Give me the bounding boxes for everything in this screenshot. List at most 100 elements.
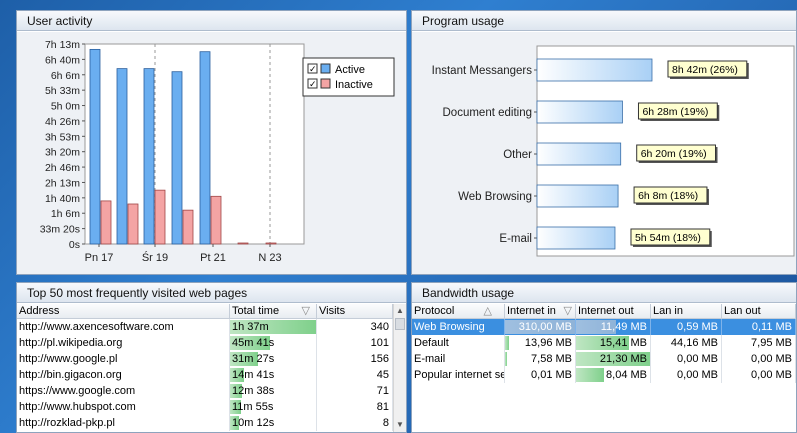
table-row[interactable]: https://www.google.com 12m 38s 71	[17, 383, 406, 399]
program-bar	[536, 184, 619, 208]
col-internet-in-header[interactable]: Internet in ▽	[505, 304, 576, 318]
col-internet-out-header[interactable]: Internet out	[576, 304, 651, 318]
x-tick-label: N 23	[258, 252, 281, 264]
y-tick-label: 33m 20s	[40, 224, 80, 236]
program-bar	[536, 58, 653, 82]
table-row[interactable]: http://www.axencesoftware.com 1h 37m 340	[17, 319, 406, 335]
table-row[interactable]: http://www.google.pl 31m 27s 156	[17, 351, 406, 367]
y-tick-label: 5h 0m	[51, 101, 80, 113]
program-usage-chart: Instant Messangers 8h 42m (26%) Document e…	[432, 45, 795, 257]
bar-active	[89, 48, 101, 245]
col-lan-in-header[interactable]: Lan in	[651, 304, 722, 318]
bar-inactive	[154, 189, 166, 245]
address-cell: https://www.google.com	[17, 383, 230, 399]
top-pages-scrollbar[interactable]: ▲ ▼	[393, 304, 406, 432]
visits-cell: 81	[317, 399, 393, 415]
top-pages-grid[interactable]: Address Total time ▽ Visits http://www.ax…	[17, 304, 406, 432]
lan-in-cell: 0,00 MB	[651, 351, 722, 367]
y-tick-label: 3h 20m	[45, 147, 80, 159]
sort-desc-icon: ▽	[301, 305, 310, 317]
internet-in-cell: 0,01 MB	[505, 367, 576, 383]
value-label: 6h 20m (19%)	[641, 148, 707, 160]
internet-in-bar	[505, 336, 509, 350]
lan-out-cell: 0,00 MB	[722, 367, 796, 383]
total-time-cell: 14m 41s	[230, 367, 317, 383]
internet-out-cell: 15,41 MB	[576, 335, 651, 351]
lan-in-cell: 0,59 MB	[651, 319, 722, 335]
bar-inactive	[210, 195, 222, 245]
visits-cell: 45	[317, 367, 393, 383]
lan-out-cell: 0,00 MB	[722, 351, 796, 367]
bar-active	[116, 68, 128, 245]
bar-inactive	[127, 203, 139, 245]
bar-inactive	[182, 209, 194, 245]
total-time-cell: 10m 12s	[230, 415, 317, 431]
check-icon: ✓	[309, 64, 317, 74]
program-bar	[536, 142, 622, 166]
bar-active	[199, 51, 211, 245]
col-protocol-header[interactable]: Protocol △	[412, 304, 505, 318]
bar-active	[143, 68, 155, 245]
total-time-cell: 31m 27s	[230, 351, 317, 367]
y-tick-label: 4h 26m	[45, 116, 80, 128]
top-pages-rows: http://www.axencesoftware.com 1h 37m 340 ht…	[17, 319, 406, 431]
col-lan-out-header[interactable]: Lan out	[722, 304, 796, 318]
scroll-thumb[interactable]	[395, 318, 405, 330]
legend-label: Active	[335, 64, 365, 76]
scroll-down-icon[interactable]: ▼	[394, 418, 406, 432]
protocol-cell: Web Browsing	[412, 319, 505, 335]
protocol-cell: E-mail	[412, 351, 505, 367]
y-tick-label: 7h 13m	[45, 39, 80, 51]
top-pages-panel: Top 50 most frequently visited web pages…	[16, 282, 407, 433]
col-total-time-header[interactable]: Total time ▽	[230, 304, 317, 318]
legend-label: Inactive	[335, 79, 373, 91]
table-row[interactable]: http://bin.gigacon.org 14m 41s 45	[17, 367, 406, 383]
lan-out-cell: 7,95 MB	[722, 335, 796, 351]
category-label: Instant Messangers	[432, 65, 533, 77]
table-row[interactable]: http://www.hubspot.com 11m 55s 81	[17, 399, 406, 415]
visits-cell: 340	[317, 319, 393, 335]
internet-out-bar	[576, 368, 605, 382]
lan-out-cell: 0,11 MB	[722, 319, 796, 335]
value-label: 6h 8m (18%)	[638, 190, 698, 202]
program-usage-chart-area: Instant Messangers 8h 42m (26%) Document e…	[412, 32, 796, 274]
visits-cell: 71	[317, 383, 393, 399]
program-bar	[536, 226, 616, 250]
protocol-cell: Default	[412, 335, 505, 351]
program-bar	[536, 100, 623, 124]
table-row[interactable]: E-mail 7,58 MB 21,30 MB 0,00 MB 0,00 MB	[412, 351, 796, 367]
visits-cell: 8	[317, 415, 393, 431]
legend: ✓ Active ✓ Inactive	[302, 57, 395, 97]
table-row[interactable]: Popular internet se 0,01 MB 8,04 MB 0,00 MB…	[412, 367, 796, 383]
category-label: Document editing	[443, 107, 533, 119]
total-time-cell: 1h 37m	[230, 319, 317, 335]
internet-in-cell: 13,96 MB	[505, 335, 576, 351]
y-tick-label: 2h 46m	[45, 162, 80, 174]
scroll-up-icon[interactable]: ▲	[394, 304, 406, 318]
col-address-header[interactable]: Address	[17, 304, 230, 318]
category-label: E-mail	[499, 233, 532, 245]
bar-inactive	[237, 242, 249, 245]
col-visits-header[interactable]: Visits	[317, 304, 393, 318]
user-activity-chart-area: 7h 13m 6h 40m 6h 6m 5h 33m 5h 0m 4h 26m 3h 53m…	[17, 32, 406, 274]
program-usage-panel: Program usage Instant Messangers 8h 42m (…	[411, 10, 797, 275]
table-row[interactable]: http://rozklad-pkp.pl 10m 12s 8	[17, 415, 406, 431]
top-pages-header: Address Total time ▽ Visits	[17, 304, 406, 319]
category-label: Other	[503, 149, 532, 161]
user-activity-title: User activity	[17, 11, 406, 31]
value-label: 6h 28m (19%)	[642, 106, 708, 118]
table-row[interactable]: Default 13,96 MB 15,41 MB 44,16 MB 7,95 MB	[412, 335, 796, 351]
protocol-cell: Popular internet se	[414, 367, 505, 383]
internet-in-cell: 310,00 MB	[505, 319, 576, 335]
value-label: 8h 42m (26%)	[672, 64, 738, 76]
address-cell: http://www.hubspot.com	[17, 399, 230, 415]
address-cell: http://pl.wikipedia.org	[17, 335, 230, 351]
bandwidth-grid[interactable]: Protocol △ Internet in ▽ Internet out Lan …	[412, 304, 796, 432]
internet-out-cell: 11,49 MB	[576, 319, 651, 335]
sort-desc-icon: ▽	[563, 305, 572, 317]
table-row[interactable]: Web Browsing 310,00 MB 11,49 MB 0,59 MB 0,11…	[412, 319, 796, 335]
visits-cell: 156	[317, 351, 393, 367]
table-row[interactable]: http://pl.wikipedia.org 45m 41s 101	[17, 335, 406, 351]
y-tick-label: 1h 40m	[45, 193, 80, 205]
y-tick-label: 1h 6m	[51, 208, 80, 220]
